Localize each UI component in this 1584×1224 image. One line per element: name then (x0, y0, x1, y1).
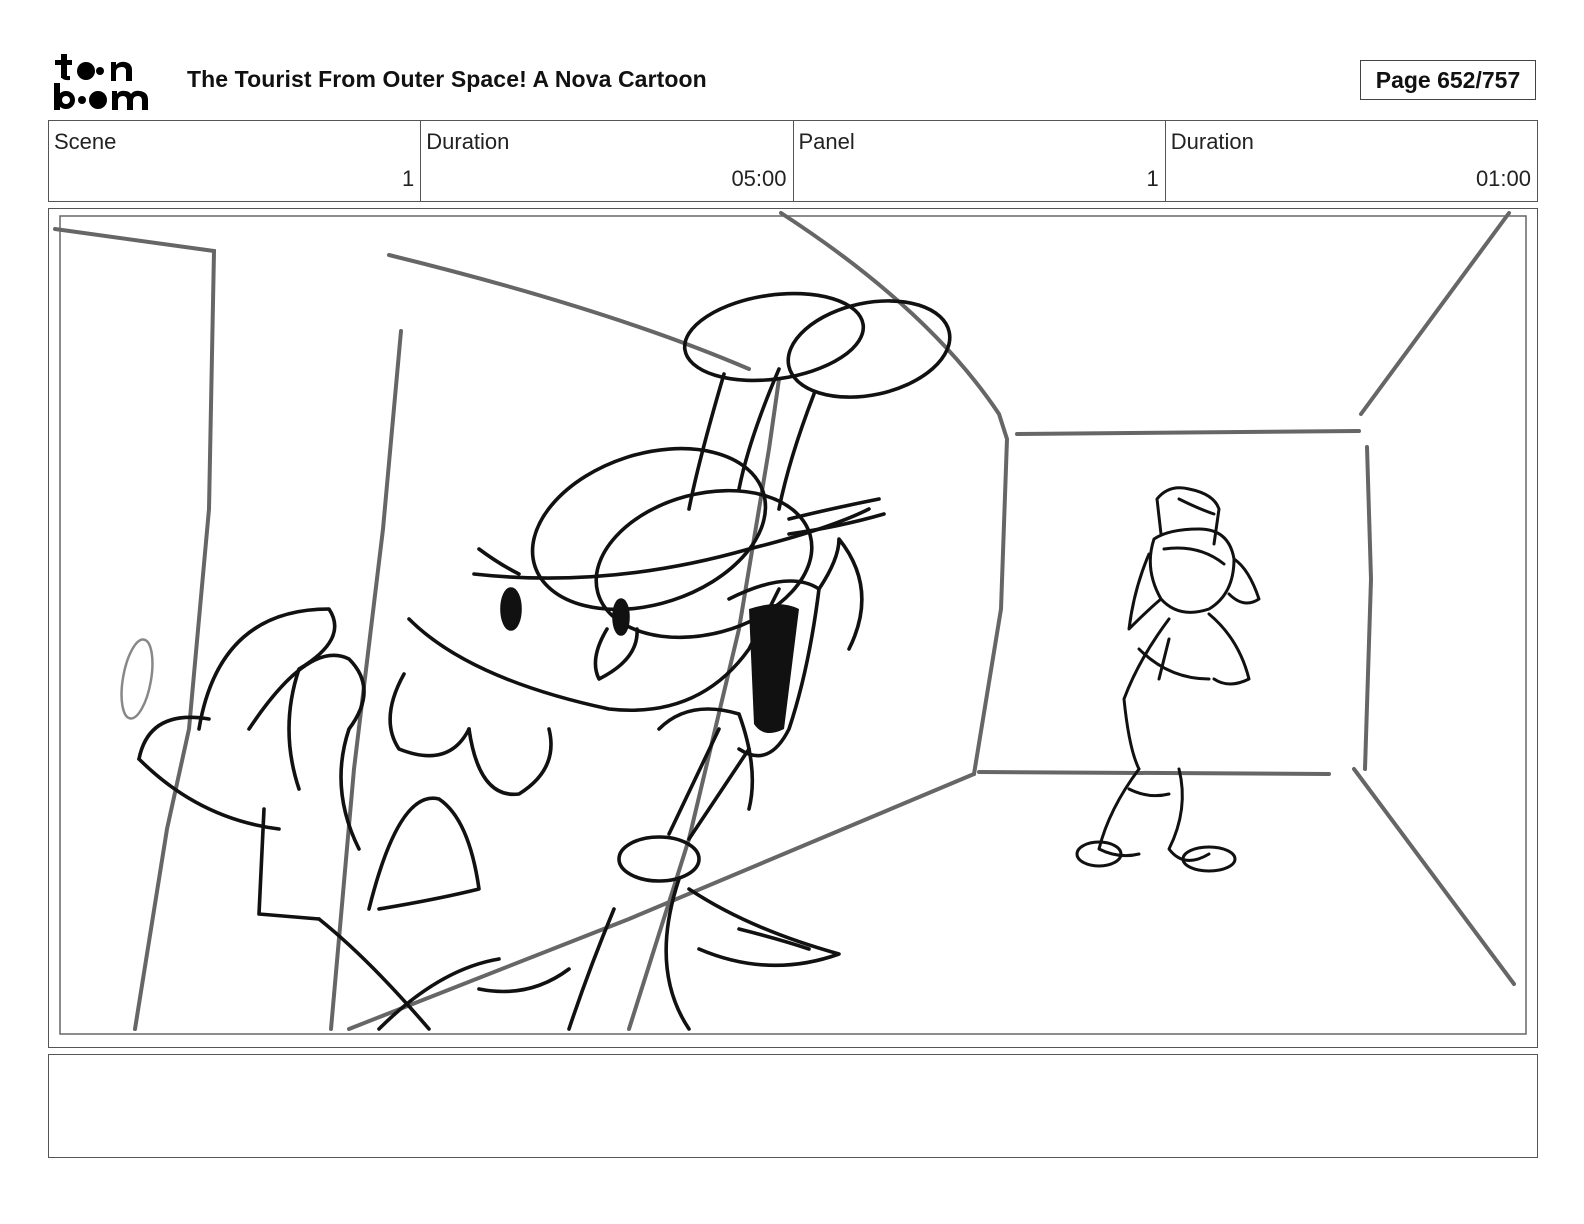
storyboard-panel (48, 208, 1538, 1048)
panel-cell: Panel 1 (794, 121, 1166, 201)
alien-character-background (1075, 486, 1261, 873)
toon-boom-logo (52, 50, 164, 112)
alien-character-foreground (137, 291, 952, 1031)
scene-duration-label: Duration (426, 129, 510, 154)
panel-value: 1 (1146, 166, 1159, 191)
scene-label: Scene (54, 129, 117, 154)
panel-sketch-image (53, 211, 1527, 1035)
document-title: The Tourist From Outer Space! A Nova Car… (187, 66, 707, 92)
panel-duration-cell: Duration 01:00 (1166, 121, 1537, 201)
panel-label: Panel (798, 129, 855, 154)
scene-cell: Scene 1 (49, 121, 422, 201)
scene-duration-value: 05:00 (731, 166, 787, 191)
scene-info-table: Scene 1 Duration 05:00 Panel 1 Duration … (48, 120, 1538, 202)
scene-duration-cell: Duration 05:00 (421, 121, 794, 201)
panel-notes-box (48, 1054, 1538, 1158)
panel-duration-label: Duration (1170, 129, 1254, 154)
doorknob (120, 638, 154, 720)
scene-value: 1 (402, 166, 415, 191)
panel-duration-value: 01:00 (1475, 166, 1531, 191)
page-number: Page 652/757 (1360, 60, 1536, 100)
